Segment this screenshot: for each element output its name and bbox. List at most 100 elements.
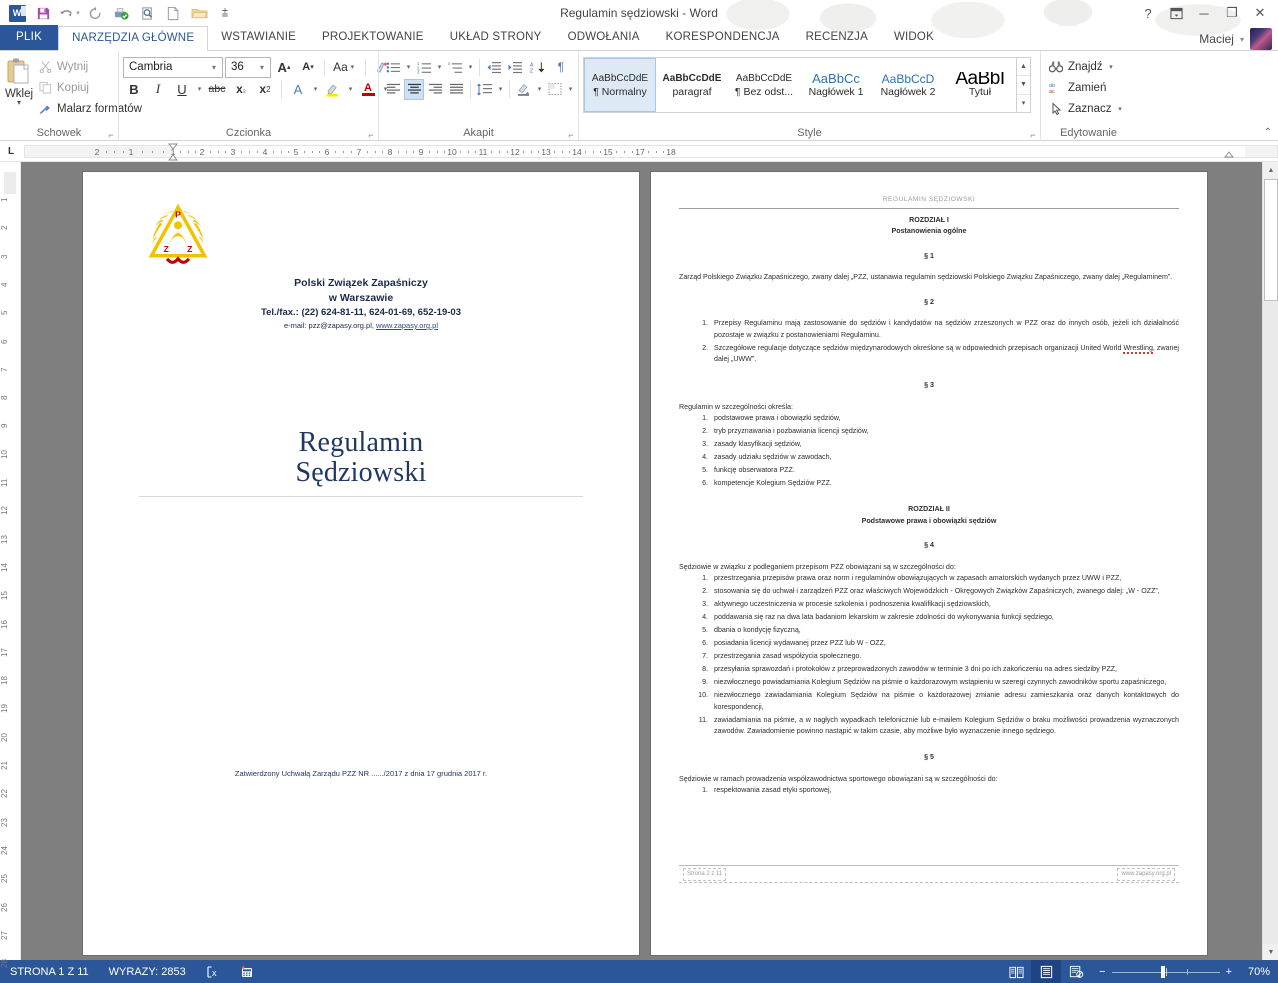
borders-dropdown-icon[interactable]: ▾ — [566, 85, 575, 93]
status-word-count[interactable]: WYRAZY: 2853 — [99, 960, 196, 983]
justify-button[interactable] — [446, 79, 466, 100]
proofing-errors-icon[interactable]: x — [196, 960, 230, 983]
bullets-button[interactable] — [383, 57, 403, 78]
customize-qat-icon[interactable]: ⩲ — [213, 2, 237, 24]
tab-stop-selector[interactable]: L — [0, 141, 22, 162]
document-page-2[interactable]: REGULAMIN SĘDZIOWSKI ROZDZIAŁ I Postanow… — [651, 172, 1207, 955]
shading-button[interactable] — [514, 79, 534, 100]
zoom-level-label[interactable]: 70% — [1240, 966, 1278, 978]
tab-plik[interactable]: PLIK — [0, 25, 59, 50]
text-effects-dropdown-icon[interactable]: ▾ — [311, 85, 320, 93]
zoom-control[interactable]: − + — [1091, 965, 1240, 979]
account-area[interactable]: Maciej ▾ — [1199, 28, 1278, 50]
print-preview-icon[interactable] — [135, 2, 159, 24]
restore-button[interactable]: ❐ — [1218, 1, 1246, 25]
scroll-down-icon[interactable]: ▼ — [1017, 76, 1030, 95]
style-dialog-launcher[interactable]: ⌐ — [1028, 130, 1038, 140]
tab-uklad-strony[interactable]: UKŁAD STRONY — [437, 25, 555, 50]
close-button[interactable]: ✕ — [1246, 1, 1274, 25]
tab-projektowanie[interactable]: PROJEKTOWANIE — [309, 25, 437, 50]
align-center-button[interactable] — [404, 78, 424, 100]
more-styles-icon[interactable]: ▾ — [1017, 95, 1030, 112]
zoom-slider-thumb[interactable] — [1161, 965, 1166, 978]
word-logo-icon[interactable]: W — [5, 2, 29, 24]
window-controls[interactable]: ? ─ ❐ ✕ — [1134, 1, 1278, 25]
strikethrough-button[interactable]: abc — [206, 79, 228, 100]
avatar[interactable] — [1250, 28, 1272, 50]
scroll-down-icon[interactable]: ▼ — [1263, 944, 1278, 960]
style-normalny[interactable]: AaBbCcDdE ¶ Normalny — [584, 58, 656, 112]
style-tytul[interactable]: AaBbI Tytuł — [944, 58, 1016, 112]
italic-button[interactable]: I — [147, 79, 169, 100]
borders-button[interactable] — [545, 79, 565, 100]
font-name-combo[interactable]: Cambria ▾ — [123, 56, 223, 78]
style-bez-odstepow[interactable]: AaBbCcDdE ¶ Bez odst... — [728, 58, 800, 112]
read-mode-view-button[interactable] — [1001, 960, 1031, 983]
chevron-down-icon[interactable]: ▾ — [1240, 35, 1244, 44]
tab-korespondencja[interactable]: KORESPONDENCJA — [653, 25, 793, 50]
chevron-down-icon[interactable]: ▾ — [17, 99, 21, 107]
ribbon-display-options-button[interactable] — [1162, 1, 1190, 25]
style-paragraf[interactable]: AaBbCcDdE paragraf — [656, 58, 728, 112]
tab-narzedzia-glowne[interactable]: NARZĘDZIA GŁÓWNE — [58, 26, 209, 51]
scroll-up-icon[interactable]: ▲ — [1263, 162, 1278, 178]
align-right-button[interactable] — [425, 79, 445, 100]
quick-access-toolbar[interactable]: W ▾ ⩲ — [0, 2, 237, 24]
czcionka-dialog-launcher[interactable]: ⌐ — [366, 130, 376, 140]
website-link[interactable]: www.zapasy.org.pl — [376, 321, 438, 330]
tab-widok[interactable]: WIDOK — [881, 25, 947, 50]
styles-gallery[interactable]: AaBbCcDdE ¶ Normalny AaBbCcDdE paragraf … — [583, 57, 1031, 113]
replace-button[interactable]: ab ac Zamień — [1045, 78, 1127, 97]
superscript-button[interactable]: x2 — [254, 79, 276, 100]
macro-record-icon[interactable] — [230, 960, 264, 983]
numbering-button[interactable]: 123 — [414, 57, 434, 78]
schowek-dialog-launcher[interactable]: ⌐ — [106, 130, 116, 140]
shading-dropdown-icon[interactable]: ▾ — [535, 85, 544, 93]
text-effects-button[interactable]: A — [287, 79, 309, 100]
align-left-button[interactable] — [383, 79, 403, 100]
paste-button[interactable]: Wklej ▾ — [4, 54, 34, 107]
horizontal-ruler-bar[interactable]: 2 1 1 2 3 4 5 6 7 8 9 10 11 12 13 14 15 17 18 — [24, 143, 1278, 160]
scrollbar-thumb[interactable] — [1264, 179, 1278, 301]
document-canvas[interactable]: P Z Z Polski Związek Zapaśniczy w Warsza… — [21, 162, 1262, 960]
scroll-up-icon[interactable]: ▲ — [1017, 58, 1030, 77]
vertical-scrollbar[interactable]: ▲ ▼ — [1262, 162, 1278, 960]
show-formatting-marks-button[interactable]: ¶ — [551, 57, 571, 78]
grow-font-button[interactable]: A ▴ — [273, 57, 295, 78]
bullets-dropdown-icon[interactable]: ▾ — [404, 63, 413, 71]
style-naglowek-1[interactable]: AaBbCc Nagłówek 1 — [800, 58, 872, 112]
font-color-button[interactable]: A — [357, 79, 379, 100]
save-icon[interactable] — [31, 2, 55, 24]
subscript-button[interactable]: x₂ — [230, 79, 252, 100]
print-layout-view-button[interactable] — [1031, 960, 1062, 983]
collapse-ribbon-button[interactable]: ⌃ — [1264, 127, 1272, 138]
quick-print-icon[interactable] — [109, 2, 133, 24]
underline-button[interactable]: U — [171, 79, 193, 100]
undo-icon[interactable]: ▾ — [57, 2, 81, 24]
highlight-dropdown-icon[interactable]: ▾ — [346, 85, 355, 93]
line-spacing-dropdown-icon[interactable]: ▾ — [496, 85, 505, 93]
vertical-ruler[interactable]: 1 2 3 4 5 6 7 8 9 10 11 12 13 14 15 16 17 18 19 20 21 22 23 24 2… — [0, 162, 21, 969]
line-spacing-button[interactable] — [475, 79, 495, 100]
find-button[interactable]: Znajdź ▾ — [1045, 57, 1127, 76]
tab-wstawianie[interactable]: WSTAWIANIE — [208, 25, 309, 50]
ribbon-tab-strip[interactable]: PLIK NARZĘDZIA GŁÓWNE WSTAWIANIE PROJEKT… — [0, 0, 1278, 51]
text-highlight-button[interactable] — [322, 79, 344, 100]
change-case-button[interactable]: Aa ▾ — [330, 57, 360, 78]
document-page-1[interactable]: P Z Z Polski Związek Zapaśniczy w Warsza… — [83, 172, 639, 955]
numbering-dropdown-icon[interactable]: ▾ — [435, 63, 444, 71]
zoom-in-button[interactable]: + — [1226, 966, 1232, 978]
open-folder-icon[interactable] — [187, 2, 211, 24]
select-dropdown-icon[interactable]: ▾ — [1115, 105, 1124, 113]
increase-indent-button[interactable] — [505, 57, 525, 78]
tab-recenzja[interactable]: RECENZJA — [793, 25, 881, 50]
redo-icon[interactable] — [83, 2, 107, 24]
akapit-dialog-launcher[interactable]: ⌐ — [566, 130, 576, 140]
bold-button[interactable]: B — [123, 79, 145, 100]
horizontal-ruler[interactable]: L 2 1 1 2 3 4 5 6 7 8 9 10 11 12 13 14 15 17 18 — [0, 141, 1278, 162]
sort-button[interactable]: AZ — [526, 57, 550, 78]
underline-dropdown-icon[interactable]: ▾ — [195, 85, 204, 93]
zoom-out-button[interactable]: − — [1099, 966, 1105, 978]
zoom-slider[interactable] — [1111, 965, 1220, 979]
multilevel-list-button[interactable]: 5 · — [445, 57, 465, 78]
